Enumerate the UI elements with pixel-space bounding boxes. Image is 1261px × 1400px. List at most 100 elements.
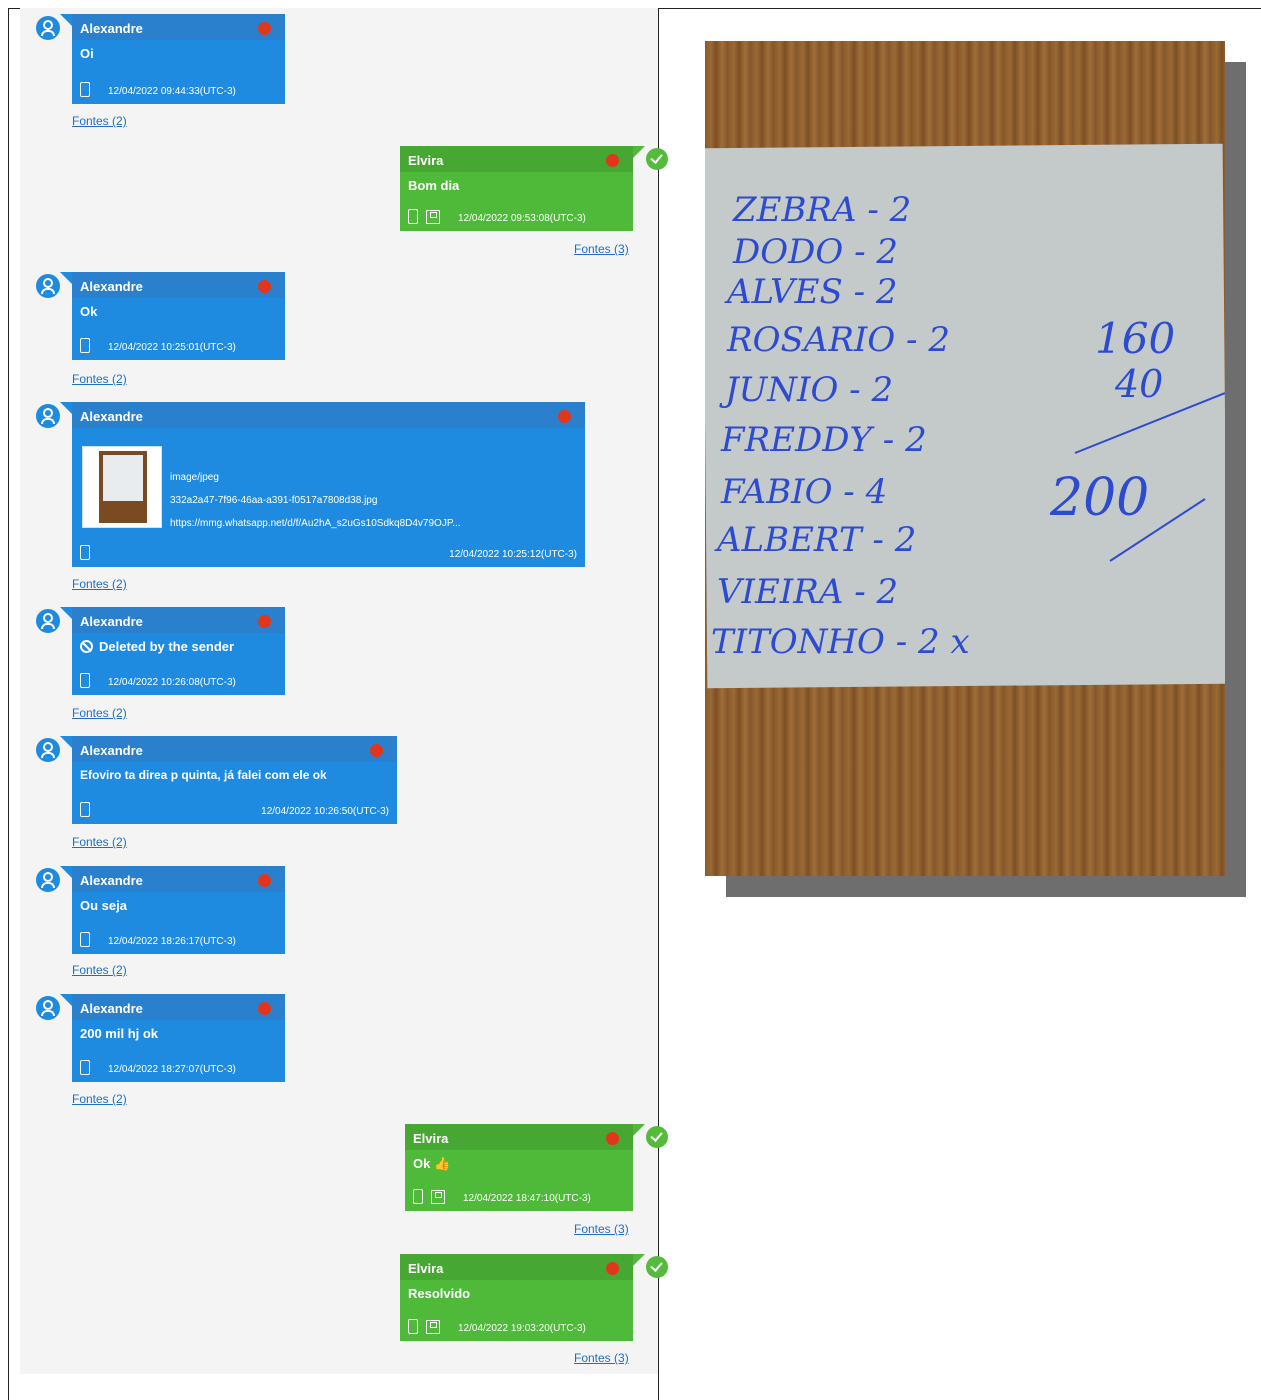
message-text: Ok 👍 [413,1156,451,1171]
ban-icon [80,640,93,653]
sources-link[interactable]: Fontes (3) [574,1351,629,1365]
sources-link[interactable]: Fontes (3) [574,1222,629,1236]
sources-link[interactable]: Fontes (2) [72,1092,127,1106]
sender-name: Alexandre [72,607,285,633]
frame-divider [658,8,659,1400]
note-line: JUNIO - 2 [719,370,893,410]
sender-name: Elvira [400,146,633,172]
message-bubble[interactable]: Elvira Bom dia 12/04/2022 09:53:08(UTC-3… [400,146,645,231]
frame-left-line [8,8,9,1400]
attachment-url[interactable]: https://mmg.whatsapp.net/d/f/Au2hA_s2uGs… [170,518,461,529]
save-icon [426,1319,440,1334]
status-dot-icon [258,280,271,293]
phone-icon [408,1319,418,1334]
sources-link[interactable]: Fontes (2) [72,835,127,849]
sender-name: Alexandre [72,736,397,762]
avatar-icon [36,996,60,1020]
status-dot-icon [606,1132,619,1145]
thumbnail-paper [103,455,143,501]
note-line: DODO - 2 [732,232,898,272]
message-bubble[interactable]: Elvira Resolvido 12/04/2022 19:03:20(UTC… [400,1254,645,1341]
phone-icon [80,1060,90,1075]
message-text: 200 mil hj ok [80,1026,159,1041]
sources-link[interactable]: Fontes (2) [72,372,127,386]
check-icon [646,1126,668,1148]
timestamp: 12/04/2022 19:03:20(UTC-3) [458,1323,586,1334]
timestamp: 12/04/2022 10:26:50(UTC-3) [261,806,389,817]
phone-icon [408,209,418,224]
check-icon [646,148,668,170]
message-text: Ok [80,304,98,319]
message-bubble[interactable]: Alexandre Deleted by the sender 12/04/20… [60,607,285,695]
message-text: Oi [80,46,94,61]
status-dot-icon [606,1262,619,1275]
sources-link[interactable]: Fontes (2) [72,114,127,128]
sources-link[interactable]: Fontes (3) [574,242,629,256]
status-dot-icon [370,744,383,757]
note-line: TITONHO - 2 x [711,622,970,662]
sender-name: Alexandre [72,402,585,428]
message-bubble[interactable]: Alexandre image/jpeg 332a2a47-7f96-46aa-… [60,402,585,567]
timestamp: 12/04/2022 09:44:33(UTC-3) [108,86,236,97]
avatar-icon [36,16,60,40]
sender-name: Alexandre [72,994,285,1020]
phone-icon [80,673,90,688]
note-side-value: 40 [1114,362,1163,406]
attachment-thumbnail[interactable] [82,446,162,528]
timestamp: 12/04/2022 18:26:17(UTC-3) [108,936,236,947]
message-bubble[interactable]: Alexandre 200 mil hj ok 12/04/2022 18:27… [60,994,285,1082]
sources-link[interactable]: Fontes (2) [72,963,127,977]
message-bubble[interactable]: Alexandre Efoviro ta direa p quinta, já … [60,736,397,824]
sources-link[interactable]: Fontes (2) [72,577,127,591]
status-dot-icon [258,615,271,628]
attachment-filename: 332a2a47-7f96-46aa-a391-f0517a7808d38.jp… [170,495,378,506]
note-line: VIEIRA - 2 [717,572,898,612]
phone-icon [80,338,90,353]
status-dot-icon [558,410,571,423]
message-bubble[interactable]: Alexandre Ou seja 12/04/2022 18:26:17(UT… [60,866,285,954]
message-bubble[interactable]: Alexandre Ok 12/04/2022 10:25:01(UTC-3) [60,272,285,360]
note-line: ALVES - 2 [724,272,898,312]
message-text: Bom dia [408,178,460,193]
note-line: FREDDY - 2 [720,420,927,460]
note-side-value: 200 [1049,468,1149,528]
timestamp: 12/04/2022 10:26:08(UTC-3) [108,677,236,688]
avatar-icon [36,609,60,633]
phone-icon [80,802,90,817]
avatar-icon [36,404,60,428]
phone-icon [80,82,90,97]
message-text: Deleted by the sender [99,639,235,654]
message-text: Resolvido [408,1286,471,1301]
note-line: ZEBRA - 2 [732,190,911,230]
sender-name: Alexandre [72,14,285,40]
message-bubble[interactable]: Elvira Ok 👍 12/04/2022 18:47:10(UTC-3) [405,1124,645,1211]
handwriting-overlay: ZEBRA - 2 DODO - 2 ALVES - 2 ROSARIO - 2… [711,190,1225,662]
status-dot-icon [258,874,271,887]
phone-icon [80,932,90,947]
note-side-value: 160 [1095,314,1175,363]
save-icon [426,209,440,224]
timestamp: 12/04/2022 18:27:07(UTC-3) [108,1064,236,1075]
chat-panel: Alexandre Oi 12/04/2022 09:44:33(UTC-3) … [20,8,668,1374]
message-text: Efoviro ta direa p quinta, já falei com … [80,768,327,782]
message-bubble[interactable]: Alexandre Oi 12/04/2022 09:44:33(UTC-3) [60,14,285,104]
phone-icon [413,1189,423,1204]
note-line: ALBERT - 2 [714,520,916,560]
phone-icon [80,545,90,560]
sender-name: Elvira [400,1254,633,1280]
status-dot-icon [606,154,619,167]
attachment-mime: image/jpeg [170,472,219,483]
sender-name: Elvira [405,1124,633,1150]
sender-name: Alexandre [72,866,285,892]
avatar-icon [36,868,60,892]
message-text: Ou seja [80,898,127,913]
sources-link[interactable]: Fontes (2) [72,706,127,720]
timestamp: 12/04/2022 18:47:10(UTC-3) [463,1193,591,1204]
timestamp: 12/04/2022 09:53:08(UTC-3) [458,213,586,224]
check-icon [646,1256,668,1278]
avatar-icon [36,738,60,762]
save-icon [431,1189,445,1204]
timestamp: 12/04/2022 10:25:01(UTC-3) [108,342,236,353]
note-photo[interactable]: ZEBRA - 2 DODO - 2 ALVES - 2 ROSARIO - 2… [705,41,1225,876]
status-dot-icon [258,1002,271,1015]
